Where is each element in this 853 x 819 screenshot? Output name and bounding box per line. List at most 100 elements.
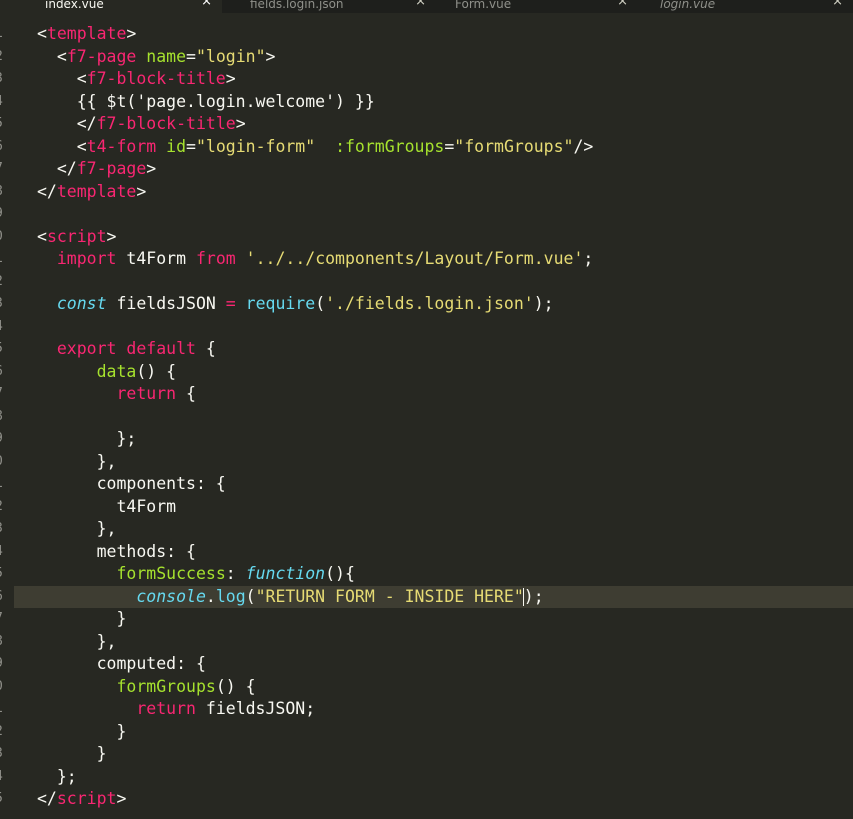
code-line[interactable]: },: [0, 451, 853, 474]
code-token: </: [37, 159, 77, 178]
code-token: console: [136, 586, 206, 606]
code-line[interactable]: }: [0, 721, 853, 744]
code-line[interactable]: {{ $t('page.login.welcome') }}: [0, 91, 853, 114]
code-token: "RETURN FORM - INSIDE HERE": [255, 586, 524, 606]
tab-fields-login-json[interactable]: fields.login.json ×: [222, 0, 436, 13]
code-line-text: </script>: [37, 788, 126, 811]
code-token: './fields.login.json': [325, 294, 534, 313]
code-line[interactable]: return fieldsJSON;: [0, 698, 853, 721]
code-line-text: <template>: [37, 23, 136, 46]
code-line[interactable]: </template>: [0, 181, 853, 204]
code-line[interactable]: }: [0, 608, 853, 631]
code-token: },: [37, 451, 117, 471]
code-line[interactable]: const fieldsJSON = require('./fields.log…: [0, 293, 853, 316]
code-token: methods: {: [37, 541, 196, 561]
code-token: />: [573, 136, 594, 156]
code-line[interactable]: };: [0, 428, 853, 451]
code-line[interactable]: <t4-form id="login-form" :formGroups="fo…: [0, 136, 853, 159]
code-token: =: [186, 46, 196, 66]
code-token: script: [56, 789, 117, 808]
code-token: };: [37, 429, 137, 448]
code-line-text: };: [37, 766, 77, 789]
code-token: "login": [195, 46, 266, 66]
code-token: '../../components/Layout/Form.vue': [245, 249, 584, 268]
code-token: (: [315, 294, 326, 313]
code-line[interactable]: data() {: [0, 361, 853, 384]
code-token: >: [116, 789, 127, 808]
code-token: () {: [136, 361, 177, 381]
tab-label: login.vue: [660, 0, 716, 11]
code-token: {: [176, 384, 196, 403]
tab-login-vue[interactable]: login.vue ×: [638, 0, 853, 13]
tab-label: index.vue: [45, 0, 104, 11]
code-line[interactable]: <f7-block-title>: [0, 68, 853, 91]
code-line-text: computed: {: [37, 653, 206, 676]
close-tab-icon[interactable]: ×: [415, 0, 426, 8]
tab-form-vue[interactable]: Form.vue ×: [429, 0, 638, 13]
code-token: <: [37, 69, 87, 88]
code-line-text: </f7-block-title>: [37, 113, 246, 136]
code-editor[interactable]: <template> <f7-page name="login"> <f7-bl…: [0, 23, 853, 819]
code-line[interactable]: };: [0, 766, 853, 789]
code-line[interactable]: export default {: [0, 338, 853, 361]
code-line[interactable]: components: {: [0, 473, 853, 496]
close-tab-icon[interactable]: ×: [201, 0, 212, 8]
code-line-text: </template>: [37, 181, 146, 204]
code-line[interactable]: [0, 271, 853, 294]
code-line-text: };: [37, 428, 136, 451]
code-line[interactable]: <script>: [0, 226, 853, 249]
code-line[interactable]: },: [0, 518, 853, 541]
code-line-text: const fieldsJSON = require('./fields.log…: [37, 293, 554, 316]
code-token: }: [37, 609, 127, 628]
close-tab-icon[interactable]: ×: [617, 0, 628, 8]
code-token: "login-form": [195, 136, 316, 156]
code-line[interactable]: import t4Form from '../../components/Lay…: [0, 248, 853, 271]
code-token: >: [126, 24, 137, 43]
code-line-text: <f7-page name="login">: [37, 46, 276, 69]
code-line-text: return fieldsJSON;: [37, 698, 315, 721]
code-line[interactable]: </f7-page>: [0, 158, 853, 181]
code-line[interactable]: [0, 406, 853, 429]
code-token: const: [56, 294, 107, 313]
code-line[interactable]: formGroups() {: [0, 676, 853, 699]
tab-index-vue[interactable]: index.vue ×: [0, 0, 222, 13]
current-code-line[interactable]: console.log("RETURN FORM - INSIDE HERE")…: [14, 585, 853, 608]
code-token: :formGroups: [335, 136, 445, 156]
code-line[interactable]: [0, 316, 853, 339]
code-token: (){: [325, 564, 355, 583]
code-line[interactable]: <template>: [0, 23, 853, 46]
code-line-text: }: [37, 721, 126, 744]
code-token: from: [195, 249, 236, 268]
code-line[interactable]: },: [0, 631, 853, 654]
code-token: >: [136, 181, 147, 201]
code-token: f7-block-title: [96, 114, 236, 133]
code-token: ;: [583, 249, 594, 268]
code-token: >: [106, 226, 117, 246]
code-line[interactable]: <f7-page name="login">: [0, 46, 853, 69]
code-token: f7-page: [76, 159, 147, 178]
code-line[interactable]: return {: [0, 383, 853, 406]
code-line[interactable]: </f7-block-title>: [0, 113, 853, 136]
code-token: template: [56, 181, 137, 201]
code-token: .: [205, 586, 216, 606]
code-line-text: return {: [37, 383, 196, 406]
code-line[interactable]: methods: {: [0, 541, 853, 564]
code-line[interactable]: formSuccess: function(){: [0, 563, 853, 586]
close-tab-icon[interactable]: ×: [832, 0, 843, 8]
code-line[interactable]: }: [0, 743, 853, 766]
code-line[interactable]: t4Form: [0, 496, 853, 519]
code-line[interactable]: [0, 203, 853, 226]
code-line[interactable]: </script>: [0, 788, 853, 811]
code-line[interactable]: computed: {: [0, 653, 853, 676]
code-token: <: [37, 46, 67, 66]
code-token: <: [37, 226, 47, 246]
code-token: </: [37, 114, 97, 133]
